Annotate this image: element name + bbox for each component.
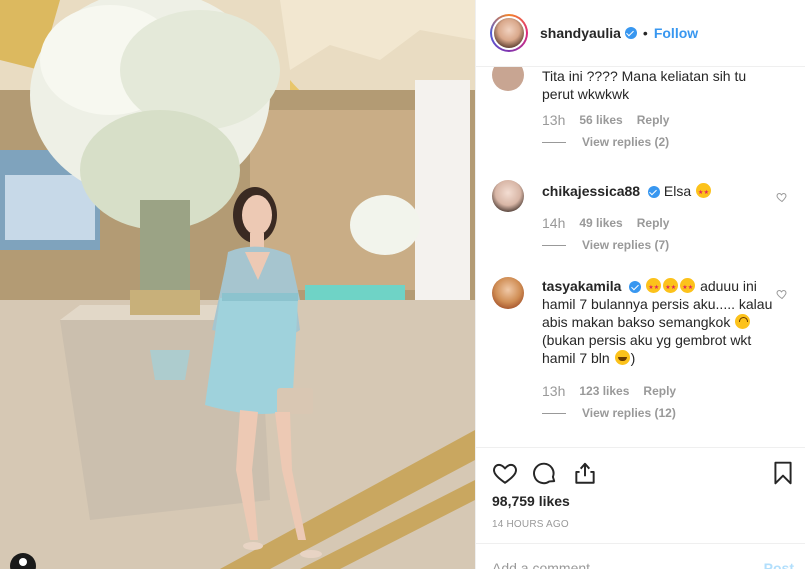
commenter-avatar[interactable] <box>492 67 524 91</box>
comment-meta: 14h 49 likes Reply <box>542 215 669 231</box>
comment-time[interactable]: 13h <box>542 112 565 128</box>
bookmark-icon[interactable] <box>770 460 796 491</box>
verified-badge-icon <box>647 186 660 199</box>
star-struck-emoji-icon <box>663 278 679 297</box>
comment-text: chikajessica88 Elsa <box>542 182 777 202</box>
comment-time[interactable]: 13h <box>542 383 565 399</box>
photo-illustration <box>0 0 475 569</box>
comment-time[interactable]: 14h <box>542 215 565 231</box>
comment-text: tasyakamila aduuu ini hamil 7 bulannya p… <box>542 277 777 367</box>
commenter-avatar[interactable] <box>492 180 524 212</box>
post-comment-button[interactable]: Post <box>764 560 794 569</box>
star-struck-emoji-icon <box>696 183 711 202</box>
add-comment-bar: Post <box>476 543 805 569</box>
star-struck-emoji-icon <box>646 278 662 297</box>
comment-icon[interactable] <box>532 460 558 491</box>
view-replies-label: View replies (7) <box>582 238 670 252</box>
share-icon[interactable] <box>572 460 598 491</box>
commenter-username[interactable]: chikajessica88 <box>542 183 640 199</box>
add-comment-input[interactable] <box>492 560 742 569</box>
reply-button[interactable]: Reply <box>643 384 676 398</box>
comment-likes[interactable]: 123 likes <box>579 384 629 398</box>
like-comment-heart-icon[interactable] <box>776 287 788 300</box>
post-header: shandyaulia • Follow <box>476 0 805 67</box>
comment-body-part-3: ) <box>630 350 636 366</box>
view-replies-label: View replies (12) <box>582 406 676 420</box>
reply-button[interactable]: Reply <box>637 216 670 230</box>
author-username[interactable]: shandyaulia <box>540 25 621 41</box>
view-replies-label: View replies (2) <box>582 135 670 149</box>
comment-meta: 13h 56 likes Reply <box>542 112 669 128</box>
rolling-on-floor-laughing-emoji-icon <box>614 350 630 365</box>
upside-down-face-emoji-icon <box>735 314 751 329</box>
post-photo[interactable] <box>0 0 475 569</box>
verified-badge-icon <box>629 281 642 294</box>
author-avatar[interactable] <box>490 14 528 52</box>
reply-button[interactable]: Reply <box>637 113 670 127</box>
comment-body: Elsa <box>663 183 692 199</box>
comment-body-part-2: (bukan persis aku yg gembrot wkt hamil 7… <box>542 332 752 366</box>
comment-likes[interactable]: 49 likes <box>579 216 622 230</box>
comment-text: Tita ini ???? Mana keliatan sih tu perut… <box>542 68 747 102</box>
follow-button[interactable]: Follow <box>654 25 698 41</box>
comment-likes[interactable]: 56 likes <box>579 113 622 127</box>
separator-dot: • <box>642 25 648 41</box>
verified-badge-icon <box>624 27 637 39</box>
heart-icon[interactable] <box>492 460 518 491</box>
post-likes-count[interactable]: 98,759 likes <box>492 493 570 509</box>
post-sidebar: shandyaulia • Follow Tita ini ???? Mana … <box>475 0 805 569</box>
comment-meta: 13h 123 likes Reply <box>542 383 676 399</box>
commenter-avatar[interactable] <box>492 277 524 309</box>
post-timestamp[interactable]: 14 HOURS AGO <box>492 519 569 530</box>
star-struck-emoji-icon <box>680 278 696 297</box>
view-replies-button[interactable]: View replies (12) <box>542 406 676 420</box>
commenter-username[interactable]: tasyakamila <box>542 278 621 294</box>
post-actions: 98,759 likes 14 HOURS AGO <box>476 447 805 543</box>
view-replies-button[interactable]: View replies (2) <box>542 135 669 149</box>
like-comment-heart-icon[interactable] <box>776 190 788 203</box>
view-replies-button[interactable]: View replies (7) <box>542 238 669 252</box>
comments-list[interactable]: Tita ini ???? Mana keliatan sih tu perut… <box>476 67 805 447</box>
